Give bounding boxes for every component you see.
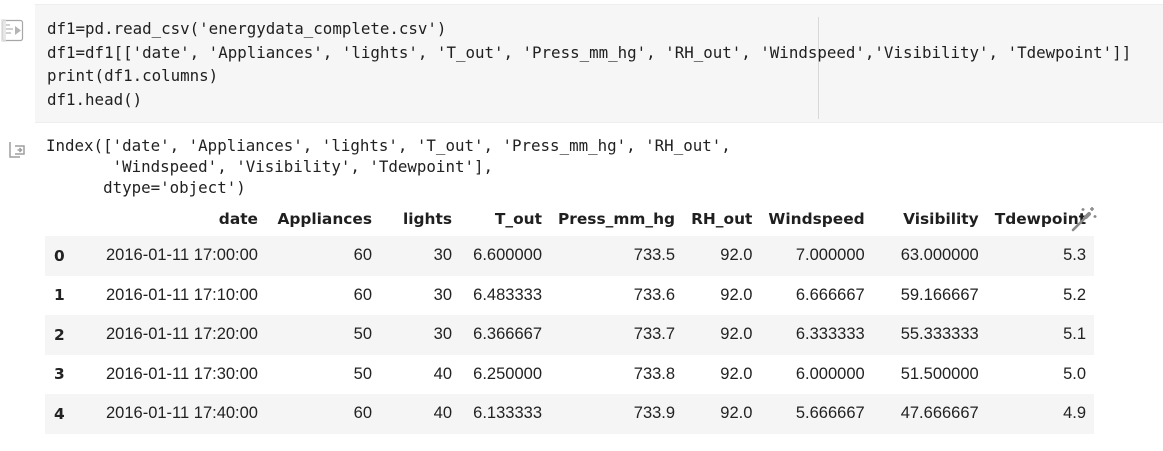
row-index: 2 — [54, 325, 65, 344]
cell-date: 2016-01-11 17:10:00 — [106, 285, 258, 304]
cell-t-out: 6.133333 — [473, 404, 542, 423]
cell-windspeed: 6.666667 — [795, 285, 865, 304]
cell-t-out: 6.366667 — [473, 325, 542, 344]
row-index: 4 — [54, 404, 65, 423]
header-windspeed: Windspeed — [760, 202, 873, 236]
code-lines[interactable]: df1=pd.read_csv('energydata_complete.csv… — [47, 17, 1131, 111]
row-index: 1 — [54, 286, 65, 305]
cell-lights: 30 — [433, 246, 452, 265]
table-body: 0 2016-01-11 17:00:00 60 30 6.600000 733.5 92.… — [45, 236, 1095, 434]
cell-t-out: 6.483333 — [473, 285, 542, 304]
row-index: 0 — [54, 246, 65, 265]
cell-appliances: 60 — [353, 404, 372, 423]
cell-lights: 40 — [433, 364, 452, 383]
cell-tdewpoint: 5.1 — [1063, 325, 1087, 344]
code-line[interactable]: df1=pd.read_csv('energydata_complete.csv… — [47, 17, 1131, 41]
cell-visibility: 51.500000 — [900, 364, 979, 383]
table-row: 0 2016-01-11 17:00:00 60 30 6.600000 733.5 92.… — [45, 236, 1095, 276]
cell-visibility: 47.666667 — [900, 404, 979, 423]
cell-lights: 30 — [433, 285, 452, 304]
output-arrow-icon — [7, 140, 27, 160]
cell-press-mm-hg: 733.7 — [633, 325, 676, 344]
cell-windspeed: 5.666667 — [795, 404, 865, 423]
header-date: date — [83, 202, 266, 236]
cell-tdewpoint: 5.0 — [1063, 364, 1087, 383]
cell-press-mm-hg: 733.5 — [633, 246, 676, 265]
cell-lights: 30 — [433, 325, 452, 344]
table-row: 4 2016-01-11 17:40:00 60 40 6.133333 733.9 92.… — [45, 394, 1095, 434]
output-text: Index(['date', 'Appliances', 'lights', '… — [46, 135, 731, 198]
table-row: 3 2016-01-11 17:30:00 50 40 6.250000 733.8 92.… — [45, 354, 1095, 394]
cell-date: 2016-01-11 17:30:00 — [106, 364, 258, 383]
cell-windspeed: 6.000000 — [795, 364, 865, 383]
cell-rh-out: 92.0 — [720, 404, 753, 423]
cell-appliances: 60 — [353, 246, 372, 265]
table-row: 2 2016-01-11 17:20:00 50 30 6.366667 733.7 92.… — [45, 315, 1095, 355]
magic-wand-icon[interactable] — [1066, 202, 1102, 236]
dataframe-table: date Appliances lights T_out Press_mm_hg… — [45, 202, 1095, 434]
cell-windspeed: 6.333333 — [795, 325, 865, 344]
cell-press-mm-hg: 733.8 — [633, 364, 676, 383]
header-appliances: Appliances — [266, 202, 380, 236]
cell-date: 2016-01-11 17:40:00 — [106, 404, 258, 423]
header-index — [45, 202, 83, 236]
cell-tdewpoint: 4.9 — [1063, 404, 1087, 423]
table-row: 1 2016-01-11 17:10:00 60 30 6.483333 733.6 92.… — [45, 275, 1095, 315]
cell-t-out: 6.250000 — [473, 364, 542, 383]
header-rh-out: RH_out — [683, 202, 761, 236]
output-line: 'Windspeed', 'Visibility', 'Tdewpoint'], — [46, 157, 493, 176]
cell-lights: 40 — [433, 404, 452, 423]
cell-visibility: 59.166667 — [900, 285, 979, 304]
header-lights: lights — [380, 202, 460, 236]
cell-appliances: 60 — [353, 285, 372, 304]
cell-date: 2016-01-11 17:20:00 — [106, 325, 258, 344]
cell-press-mm-hg: 733.6 — [633, 285, 676, 304]
row-index: 3 — [54, 365, 65, 384]
code-cell[interactable]: df1=pd.read_csv('energydata_complete.csv… — [0, 0, 1163, 125]
cell-rh-out: 92.0 — [720, 246, 753, 265]
cell-visibility: 63.000000 — [900, 246, 979, 265]
cell-tdewpoint: 5.3 — [1063, 246, 1087, 265]
cell-press-mm-hg: 733.9 — [633, 404, 676, 423]
cell-rh-out: 92.0 — [720, 364, 753, 383]
cell-tdewpoint: 5.2 — [1063, 285, 1087, 304]
run-cell-icon[interactable] — [0, 16, 26, 44]
code-line[interactable]: df1=df1[['date', 'Appliances', 'lights',… — [47, 41, 1131, 65]
header-visibility: Visibility — [872, 202, 987, 236]
code-line[interactable]: print(df1.columns) — [47, 64, 1131, 88]
output-line: dtype='object') — [46, 178, 246, 197]
cell-rh-out: 92.0 — [720, 285, 753, 304]
code-editor[interactable]: df1=pd.read_csv('energydata_complete.csv… — [35, 4, 1163, 123]
cell-appliances: 50 — [353, 325, 372, 344]
header-press-mm-hg: Press_mm_hg — [550, 202, 684, 236]
cell-visibility: 55.333333 — [900, 325, 979, 344]
table-header-row: date Appliances lights T_out Press_mm_hg… — [45, 202, 1095, 236]
cell-appliances: 50 — [353, 364, 372, 383]
cell-rh-out: 92.0 — [720, 325, 753, 344]
cell-t-out: 6.600000 — [473, 246, 542, 265]
header-t-out: T_out — [460, 202, 550, 236]
cell-windspeed: 7.000000 — [795, 246, 865, 265]
code-line[interactable]: df1.head() — [47, 88, 1131, 112]
output-line: Index(['date', 'Appliances', 'lights', '… — [46, 136, 731, 155]
cell-date: 2016-01-11 17:00:00 — [106, 246, 258, 265]
